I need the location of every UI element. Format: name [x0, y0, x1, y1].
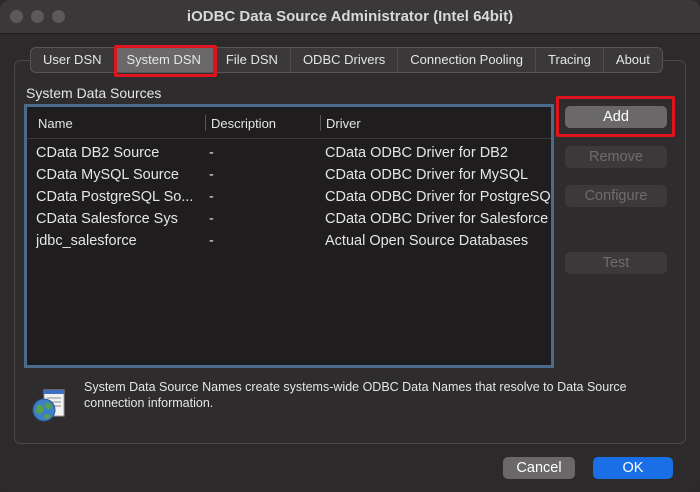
- tab-user-dsn[interactable]: User DSN: [31, 48, 115, 72]
- table-row[interactable]: jdbc_salesforce - Actual Open Source Dat…: [27, 230, 551, 252]
- cell-name: CData MySQL Source: [36, 167, 179, 183]
- cell-driver: CData ODBC Driver for Salesforce: [325, 211, 549, 227]
- cell-name: CData Salesforce Sys: [36, 211, 178, 227]
- cell-description: -: [209, 211, 214, 227]
- tab-system-dsn[interactable]: System DSN: [114, 48, 214, 72]
- tab-bar: User DSN System DSN File DSN ODBC Driver…: [30, 47, 663, 73]
- cell-driver: Actual Open Source Databases: [325, 233, 529, 249]
- ok-button[interactable]: OK: [593, 457, 673, 479]
- tab-file-dsn[interactable]: File DSN: [214, 48, 291, 72]
- configure-button[interactable]: Configure: [565, 185, 667, 207]
- table-row[interactable]: CData Salesforce Sys - CData ODBC Driver…: [27, 208, 551, 230]
- cell-driver: CData ODBC Driver for MySQL: [325, 167, 529, 183]
- table-row[interactable]: CData PostgreSQL So... - CData ODBC Driv…: [27, 186, 551, 208]
- cell-name: CData DB2 Source: [36, 145, 160, 161]
- tab-odbc-drivers[interactable]: ODBC Drivers: [291, 48, 399, 72]
- cell-driver: CData ODBC Driver for PostgreSQL: [325, 189, 551, 205]
- add-button[interactable]: Add: [565, 106, 667, 128]
- cell-description: -: [209, 189, 214, 205]
- title-bar: iODBC Data Source Administrator (Intel 6…: [0, 0, 700, 34]
- column-header-description[interactable]: Description: [211, 116, 276, 131]
- column-header-name[interactable]: Name: [38, 116, 73, 131]
- cell-name: jdbc_salesforce: [36, 233, 137, 249]
- globe-document-icon: [30, 388, 68, 424]
- tab-tracing[interactable]: Tracing: [536, 48, 604, 72]
- cell-description: -: [209, 145, 214, 161]
- tab-about[interactable]: About: [604, 48, 662, 72]
- info-description: System Data Source Names create systems-…: [84, 380, 627, 410]
- column-header-driver[interactable]: Driver: [326, 116, 361, 131]
- table-row[interactable]: CData MySQL Source - CData ODBC Driver f…: [27, 164, 551, 186]
- window-title: iODBC Data Source Administrator (Intel 6…: [186, 8, 514, 25]
- cell-name: CData PostgreSQL So...: [36, 189, 194, 205]
- cell-description: -: [209, 167, 214, 183]
- cancel-button[interactable]: Cancel: [503, 457, 575, 479]
- system-data-sources-list[interactable]: Name Description Driver CData DB2 Source…: [24, 104, 554, 368]
- column-divider: [205, 115, 206, 131]
- section-label: System Data Sources: [26, 85, 162, 101]
- column-divider: [320, 115, 321, 131]
- test-button[interactable]: Test: [565, 252, 667, 274]
- odbc-admin-window: iODBC Data Source Administrator (Intel 6…: [0, 0, 700, 492]
- cell-description: -: [209, 233, 214, 249]
- table-row[interactable]: CData DB2 Source - CData ODBC Driver for…: [27, 142, 551, 164]
- remove-button[interactable]: Remove: [565, 146, 667, 168]
- cell-driver: CData ODBC Driver for DB2: [325, 145, 508, 161]
- list-header: Name Description Driver: [27, 107, 551, 139]
- tab-connection-pooling[interactable]: Connection Pooling: [398, 48, 537, 72]
